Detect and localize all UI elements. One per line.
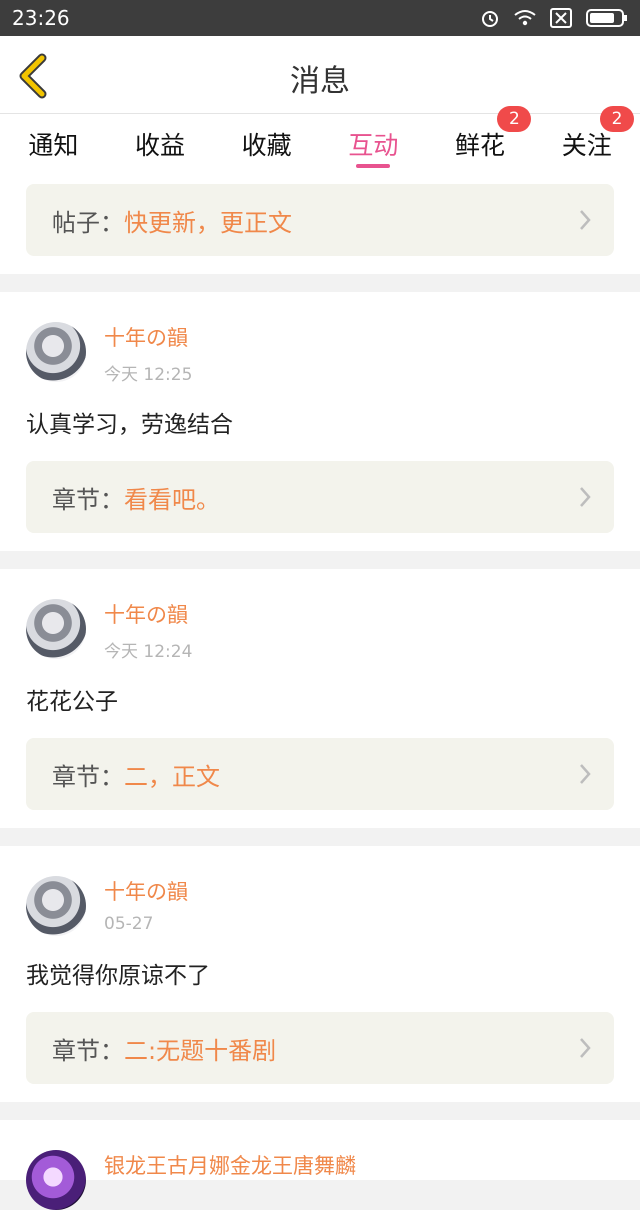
status-icons	[480, 8, 628, 28]
username[interactable]: 十年の韻	[104, 876, 188, 906]
message-card: 银龙王古月娜金龙王唐舞麟	[0, 1120, 640, 1210]
timestamp: 今天 12:24	[104, 642, 193, 662]
avatar[interactable]	[26, 876, 86, 936]
avatar[interactable]	[26, 322, 86, 382]
post-header: 十年の韻 今天 12:24	[26, 599, 614, 662]
tab-earnings[interactable]: 收益	[107, 114, 214, 174]
message-list: 帖子： 快更新，更正文 十年の韻 今天 12:25 认真学习，劳逸结合 章节： …	[0, 174, 640, 1210]
post-header: 银龙王古月娜金龙王唐舞麟	[26, 1150, 614, 1210]
tab-label: 互动	[348, 131, 399, 160]
reference-title: 快更新，更正文	[124, 208, 292, 237]
post-meta: 十年の韻 05-27	[104, 876, 188, 934]
chapter-reference[interactable]: 章节： 看看吧。	[26, 461, 614, 533]
post-reference[interactable]: 帖子： 快更新，更正文	[26, 184, 614, 256]
timestamp: 05-27	[104, 914, 154, 934]
tab-label: 鲜花	[455, 131, 506, 160]
tab-label: 通知	[28, 131, 79, 160]
comment-text: 我觉得你原谅不了	[26, 963, 210, 989]
chevron-right-icon	[580, 487, 591, 507]
tab-interactions[interactable]: 互动	[320, 114, 427, 174]
message-card: 十年の韻 今天 12:25 认真学习，劳逸结合 章节： 看看吧。	[0, 292, 640, 551]
chapter-reference[interactable]: 章节： 二，正文	[26, 738, 614, 810]
reference-label: 章节：	[52, 762, 124, 791]
tab-following[interactable]: 关注 2	[533, 106, 640, 174]
reference-label: 章节：	[52, 1036, 124, 1065]
username[interactable]: 银龙王古月娜金龙王唐舞麟	[104, 1150, 356, 1180]
tab-label: 关注	[561, 131, 612, 160]
avatar[interactable]	[26, 1150, 86, 1210]
reference-label: 章节：	[52, 485, 124, 514]
post-header: 十年の韻 05-27	[26, 876, 614, 936]
reference-title: 二:无题十番剧	[124, 1036, 277, 1065]
chevron-right-icon	[580, 1038, 591, 1058]
chapter-reference[interactable]: 章节： 二:无题十番剧	[26, 1012, 614, 1084]
active-tab-indicator	[356, 164, 391, 168]
message-card: 帖子： 快更新，更正文	[0, 174, 640, 274]
post-meta: 十年の韻 今天 12:24	[104, 599, 192, 662]
reference-label: 帖子：	[52, 208, 124, 237]
post-header: 十年の韻 今天 12:25	[26, 322, 614, 385]
message-card: 十年の韻 今天 12:24 花花公子 章节： 二，正文	[0, 569, 640, 828]
sim-blocked-icon	[550, 8, 572, 28]
reference-title: 看看吧。	[124, 485, 220, 514]
username[interactable]: 十年の韻	[104, 322, 192, 352]
tab-label: 收藏	[241, 131, 292, 160]
status-bar: 23:26	[0, 0, 640, 36]
chevron-right-icon	[580, 210, 591, 230]
post-meta: 十年の韻 今天 12:25	[104, 322, 192, 385]
comment-text: 花花公子	[26, 689, 118, 715]
message-card: 十年の韻 05-27 我觉得你原谅不了 章节： 二:无题十番剧	[0, 846, 640, 1102]
app-header: 消息	[0, 36, 640, 114]
tab-flowers[interactable]: 鲜花 2	[427, 106, 534, 174]
comment-text: 认真学习，劳逸结合	[26, 412, 233, 438]
page-title: 消息	[290, 64, 350, 99]
tab-bar: 通知 收益 收藏 互动 鲜花 2 关注 2	[0, 106, 640, 174]
username[interactable]: 十年の韻	[104, 599, 192, 629]
tab-notifications[interactable]: 通知	[0, 114, 107, 174]
unread-badge: 2	[600, 106, 635, 132]
alarm-icon	[482, 11, 498, 27]
wifi-icon	[514, 10, 536, 26]
tab-favorites[interactable]: 收藏	[213, 114, 320, 174]
status-time: 23:26	[12, 6, 70, 30]
battery-icon	[586, 9, 627, 27]
chevron-right-icon	[580, 764, 591, 784]
reference-title: 二，正文	[124, 762, 220, 791]
tab-label: 收益	[135, 131, 186, 160]
unread-badge: 2	[497, 106, 532, 132]
post-meta: 银龙王古月娜金龙王唐舞麟	[104, 1150, 356, 1180]
timestamp: 今天 12:25	[104, 365, 193, 385]
avatar[interactable]	[26, 599, 86, 659]
